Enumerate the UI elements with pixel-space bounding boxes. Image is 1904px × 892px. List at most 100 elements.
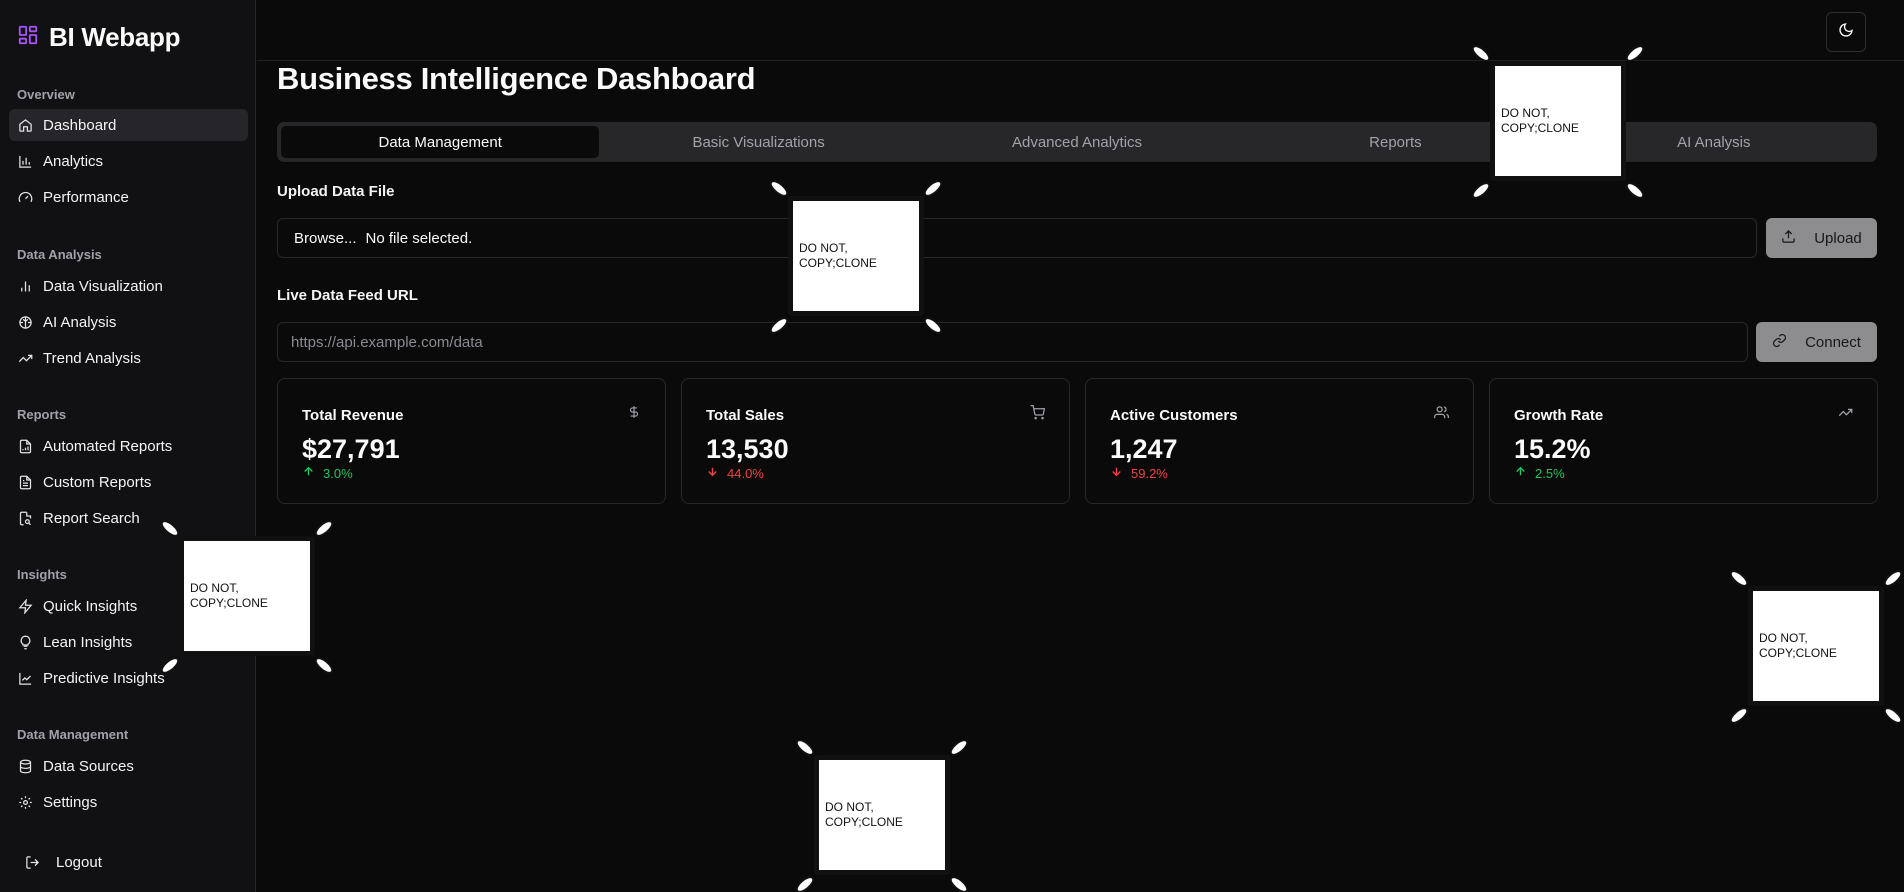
brand-title: BI Webapp <box>49 21 181 52</box>
stat-value: 15.2% <box>1514 434 1591 464</box>
cart-icon <box>1030 405 1046 425</box>
sidebar-item-label: Dashboard <box>43 116 117 134</box>
stat-change-value: 44.0% <box>727 465 764 481</box>
stat-card-growth-rate: Growth Rate 15.2% 2.5% <box>1489 378 1878 504</box>
tab-advanced-analytics[interactable]: Advanced Analytics <box>918 126 1236 158</box>
trending-up-icon <box>1838 405 1853 425</box>
connect-button[interactable]: Connect <box>1756 322 1877 362</box>
stat-change: 59.2% <box>1110 465 1168 481</box>
sidebar-item-label: Report Search <box>43 509 140 527</box>
sidebar-item-label: Performance <box>43 188 129 206</box>
section-title-insights: Insights <box>17 567 67 582</box>
logout-label: Logout <box>56 853 102 871</box>
section-title-overview: Overview <box>17 87 75 102</box>
link-icon <box>1772 333 1787 352</box>
sidebar-item-label: Data Visualization <box>43 277 163 295</box>
arrow-down-icon <box>1110 465 1123 481</box>
stat-change: 3.0% <box>302 465 353 481</box>
sidebar-item-ai-analysis[interactable]: AI Analysis <box>9 306 248 338</box>
brain-icon <box>18 315 33 330</box>
upload-label-text: Upload <box>1814 229 1862 247</box>
sidebar-item-label: Custom Reports <box>43 473 152 491</box>
gauge-icon <box>18 190 33 205</box>
stat-title: Active Customers <box>1110 407 1238 424</box>
sidebar-item-custom-reports[interactable]: Custom Reports <box>9 466 248 498</box>
feed-label: Live Data Feed URL <box>277 287 418 304</box>
stat-title: Total Revenue <box>302 407 404 424</box>
tab-basic-visualizations[interactable]: Basic Visualizations <box>599 126 917 158</box>
watermark-sticker: DO NOT, COPY;CLONE <box>1727 567 1904 727</box>
sidebar-item-label: Automated Reports <box>43 437 173 455</box>
arrow-up-icon <box>1514 465 1527 481</box>
file-status: No file selected. <box>365 229 473 247</box>
page-title: Business Intelligence Dashboard <box>277 61 756 96</box>
sidebar: BI Webapp Overview Dashboard Analytics P… <box>0 0 256 892</box>
brand[interactable]: BI Webapp <box>17 22 180 52</box>
users-icon <box>1434 405 1450 425</box>
stat-card-total-revenue: Total Revenue $27,791 3.0% <box>277 378 666 504</box>
database-icon <box>18 759 33 774</box>
arrow-down-icon <box>706 465 719 481</box>
sidebar-item-label: Predictive Insights <box>43 669 165 687</box>
bar-chart-2-icon <box>18 279 33 294</box>
stat-change-value: 2.5% <box>1535 465 1565 481</box>
logout-icon <box>25 855 40 870</box>
sidebar-item-automated-reports[interactable]: Automated Reports <box>9 430 248 462</box>
sticker-text: DO NOT, COPY;CLONE <box>1490 61 1626 181</box>
sidebar-item-label: Lean Insights <box>43 633 133 651</box>
watermark-sticker: DO NOT, COPY;CLONE <box>1469 42 1647 202</box>
stat-card-total-sales: Total Sales 13,530 44.0% <box>681 378 1070 504</box>
stat-title: Growth Rate <box>1514 407 1604 424</box>
connect-label-text: Connect <box>1805 333 1861 351</box>
sticker-text: DO NOT, COPY;CLONE <box>814 755 950 875</box>
sticker-text: DO NOT, COPY;CLONE <box>1748 586 1884 706</box>
arrow-up-icon <box>302 465 315 481</box>
stat-change: 2.5% <box>1514 465 1565 481</box>
section-title-data-management: Data Management <box>17 727 129 742</box>
logout-button[interactable]: Logout <box>18 846 257 878</box>
stat-card-active-customers: Active Customers 1,247 59.2% <box>1085 378 1474 504</box>
upload-button[interactable]: Upload <box>1766 218 1877 258</box>
sidebar-item-performance[interactable]: Performance <box>9 181 248 213</box>
sidebar-item-dashboard[interactable]: Dashboard <box>9 109 248 141</box>
theme-toggle-button[interactable] <box>1826 12 1866 52</box>
home-icon <box>18 118 33 133</box>
watermark-sticker: DO NOT, COPY;CLONE <box>158 517 336 677</box>
stat-change-value: 3.0% <box>323 465 353 481</box>
sidebar-item-analytics[interactable]: Analytics <box>9 145 248 177</box>
sticker-text: DO NOT, COPY;CLONE <box>179 536 315 656</box>
trending-up-icon <box>18 351 33 366</box>
file-chart-icon <box>18 439 33 454</box>
section-title-reports: Reports <box>17 407 67 422</box>
stat-change-value: 59.2% <box>1131 465 1168 481</box>
stat-value: $27,791 <box>302 434 400 464</box>
layout-grid-icon <box>17 24 39 51</box>
file-input[interactable]: Browse... No file selected. <box>277 218 1757 258</box>
stat-change: 44.0% <box>706 465 764 481</box>
sidebar-item-label: Data Sources <box>43 757 134 775</box>
dollar-icon <box>627 405 641 424</box>
feed-url-input[interactable] <box>277 322 1748 362</box>
section-title-data-analysis: Data Analysis <box>17 247 102 262</box>
sidebar-item-settings[interactable]: Settings <box>9 786 248 818</box>
watermark-sticker: DO NOT, COPY;CLONE <box>793 736 971 892</box>
browse-button[interactable]: Browse... <box>294 230 357 247</box>
tab-data-management[interactable]: Data Management <box>281 126 600 158</box>
line-chart-icon <box>18 671 33 686</box>
sidebar-item-label: Trend Analysis <box>43 349 141 367</box>
bar-chart-icon <box>18 154 33 169</box>
file-text-icon <box>18 475 33 490</box>
lightbulb-icon <box>18 635 33 650</box>
file-search-icon <box>18 511 33 526</box>
sidebar-item-label: Quick Insights <box>43 597 138 615</box>
sticker-text: DO NOT, COPY;CLONE <box>788 196 924 316</box>
upload-icon <box>1781 229 1796 248</box>
gear-icon <box>18 795 33 810</box>
sidebar-item-label: Settings <box>43 793 98 811</box>
sidebar-item-data-sources[interactable]: Data Sources <box>9 750 248 782</box>
stat-title: Total Sales <box>706 407 785 424</box>
moon-icon <box>1838 22 1854 43</box>
sidebar-item-data-visualization[interactable]: Data Visualization <box>9 270 248 302</box>
sidebar-item-label: AI Analysis <box>43 313 117 331</box>
sidebar-item-trend-analysis[interactable]: Trend Analysis <box>9 342 248 374</box>
